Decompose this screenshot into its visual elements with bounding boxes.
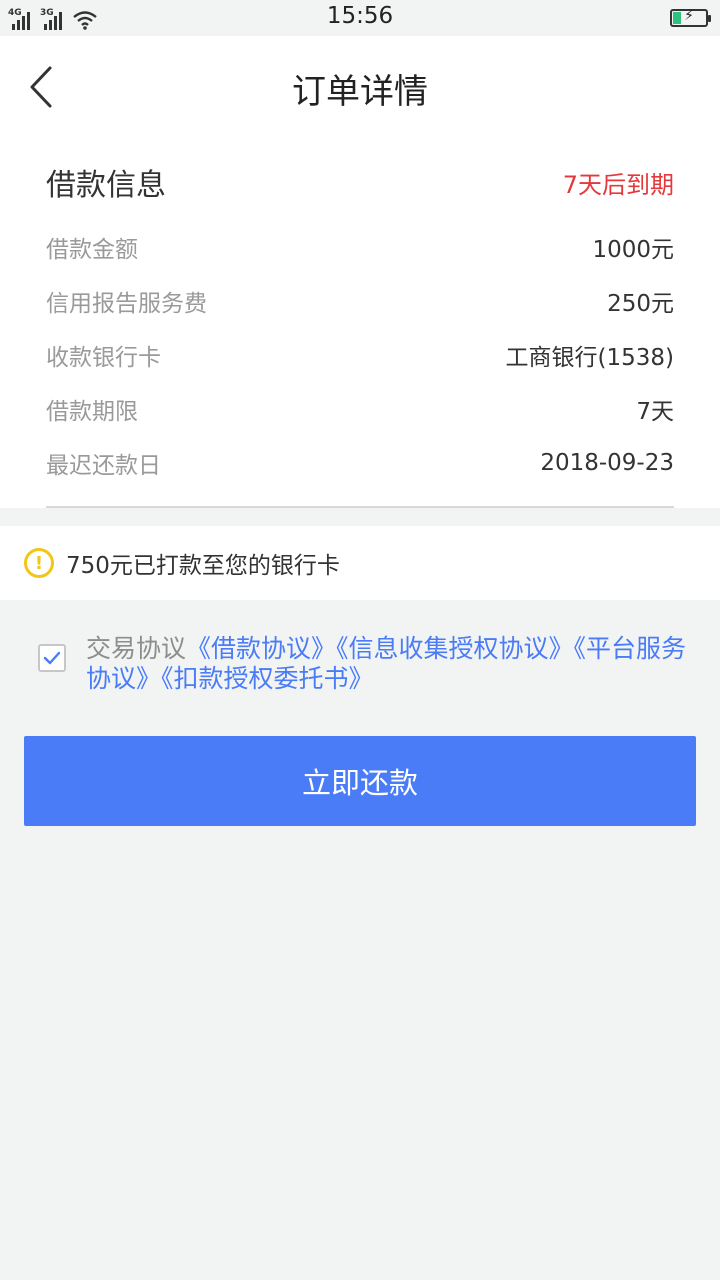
info-row-value: 250元 [607,291,674,317]
info-row-value: 2018-09-23 [540,450,674,476]
info-row-loan-amount: 借款金额 1000元 [46,220,674,274]
loan-info-title: 借款信息 [46,168,166,203]
loan-info-header: 借款信息 7天后到期 [46,160,674,204]
checkmark-icon [43,651,61,665]
info-row-value: 1000元 [592,237,674,263]
battery-icon: ⚡ [670,8,711,27]
repay-now-button[interactable]: 立即还款 [24,736,696,826]
info-row-label: 借款金额 [46,237,138,263]
info-row-service-fee: 信用报告服务费 250元 [46,274,674,328]
loan-info-card: 借款信息 7天后到期 借款金额 1000元 信用报告服务费 250元 收款银行卡… [0,136,720,508]
info-row-label: 收款银行卡 [46,345,161,371]
charging-bolt-icon: ⚡ [684,8,694,24]
info-row-label: 借款期限 [46,399,138,425]
info-row-loan-term: 借款期限 7天 [46,382,674,436]
back-button[interactable] [22,62,62,112]
agreement-section: 交易协议《借款协议》《信息收集授权协议》《平台服务协议》《扣款授权委托书》 [38,634,688,694]
payout-notice: ! 750元已打款至您的银行卡 [0,526,720,600]
due-status: 7天后到期 [562,170,674,199]
info-row-value: 7天 [636,399,674,425]
page-title: 订单详情 [292,72,428,112]
chevron-left-icon [30,66,52,108]
link-loan-agreement[interactable]: 《借款协议》 [186,634,336,663]
info-row-value: 工商银行(1538) [505,345,674,371]
warning-icon: ! [24,548,54,578]
loan-info-rows: 借款金额 1000元 信用报告服务费 250元 收款银行卡 工商银行(1538)… [46,220,674,490]
link-info-authorization[interactable]: 《信息收集授权协议》 [336,634,574,663]
info-row-due-date: 最迟还款日 2018-09-23 [46,436,674,490]
info-row-bank-card: 收款银行卡 工商银行(1538) [46,328,674,382]
link-debit-authorization[interactable]: 《扣款授权委托书》 [161,664,374,693]
info-row-label: 信用报告服务费 [46,291,207,317]
status-bar: 4G 3G 15:56 ⚡ [0,0,720,36]
notice-text: 750元已打款至您的银行卡 [66,553,340,579]
divider [46,506,674,508]
header: 订单详情 [0,36,720,136]
status-time: 15:56 [326,3,394,29]
info-row-label: 最迟还款日 [46,453,161,479]
agreement-checkbox[interactable] [38,644,66,672]
agreement-text: 交易协议《借款协议》《信息收集授权协议》《平台服务协议》《扣款授权委托书》 [86,634,688,694]
agreement-prefix: 交易协议 [86,634,187,663]
